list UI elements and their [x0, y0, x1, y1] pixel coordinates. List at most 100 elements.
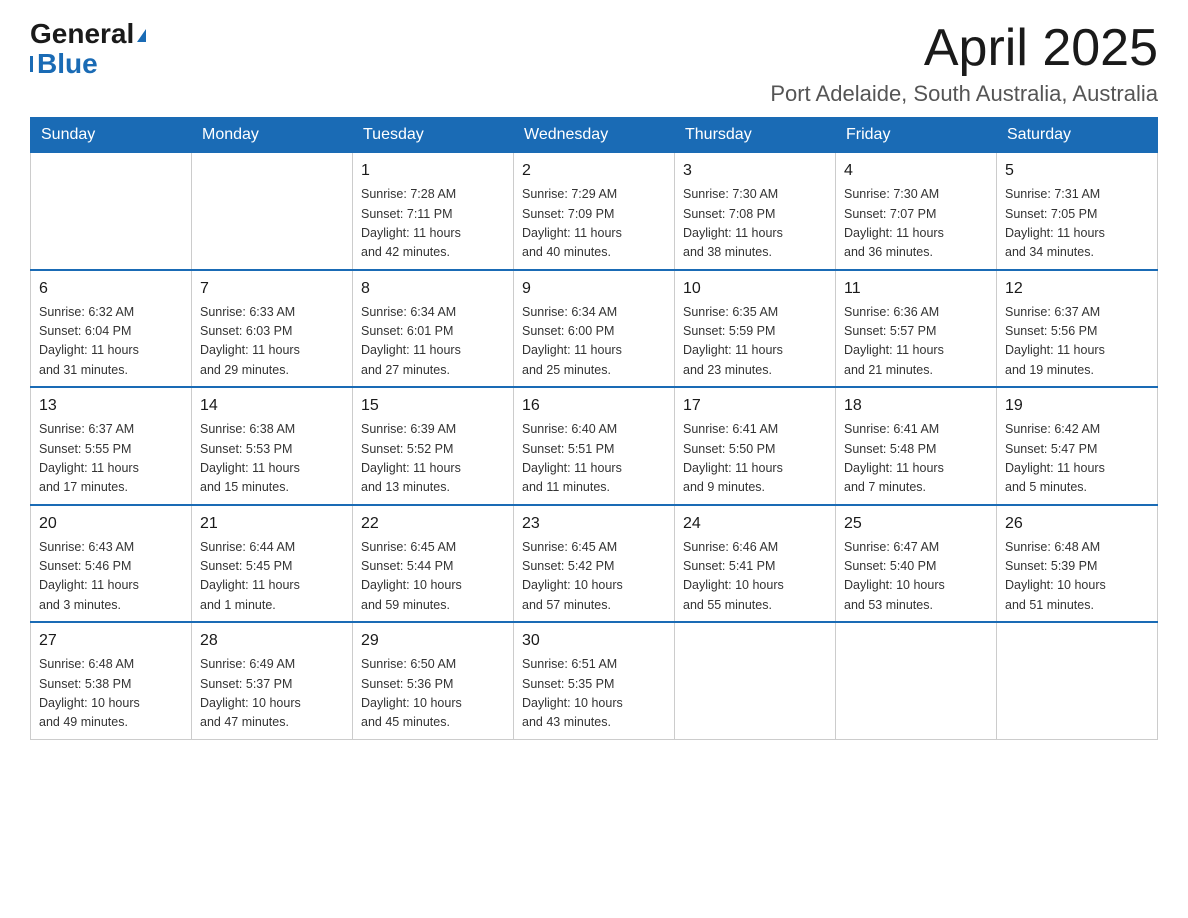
day-number: 3 [683, 159, 827, 183]
weekday-header-row: SundayMondayTuesdayWednesdayThursdayFrid… [31, 118, 1158, 153]
day-number: 26 [1005, 512, 1149, 536]
day-info: Sunrise: 6:39 AM Sunset: 5:52 PM Dayligh… [361, 420, 505, 498]
calendar-day-20: 20Sunrise: 6:43 AM Sunset: 5:46 PM Dayli… [31, 505, 192, 623]
calendar-day-28: 28Sunrise: 6:49 AM Sunset: 5:37 PM Dayli… [192, 622, 353, 739]
day-info: Sunrise: 6:44 AM Sunset: 5:45 PM Dayligh… [200, 538, 344, 616]
day-info: Sunrise: 6:48 AM Sunset: 5:38 PM Dayligh… [39, 655, 183, 733]
day-info: Sunrise: 6:32 AM Sunset: 6:04 PM Dayligh… [39, 303, 183, 381]
day-number: 25 [844, 512, 988, 536]
calendar-day-26: 26Sunrise: 6:48 AM Sunset: 5:39 PM Dayli… [997, 505, 1158, 623]
day-info: Sunrise: 6:48 AM Sunset: 5:39 PM Dayligh… [1005, 538, 1149, 616]
day-info: Sunrise: 6:33 AM Sunset: 6:03 PM Dayligh… [200, 303, 344, 381]
day-number: 24 [683, 512, 827, 536]
day-number: 18 [844, 394, 988, 418]
calendar-day-5: 5Sunrise: 7:31 AM Sunset: 7:05 PM Daylig… [997, 153, 1158, 270]
calendar-day-30: 30Sunrise: 6:51 AM Sunset: 5:35 PM Dayli… [514, 622, 675, 739]
day-info: Sunrise: 7:31 AM Sunset: 7:05 PM Dayligh… [1005, 185, 1149, 263]
calendar-day-8: 8Sunrise: 6:34 AM Sunset: 6:01 PM Daylig… [353, 270, 514, 388]
weekday-header-wednesday: Wednesday [514, 118, 675, 153]
day-info: Sunrise: 6:51 AM Sunset: 5:35 PM Dayligh… [522, 655, 666, 733]
day-info: Sunrise: 7:30 AM Sunset: 7:08 PM Dayligh… [683, 185, 827, 263]
day-info: Sunrise: 7:29 AM Sunset: 7:09 PM Dayligh… [522, 185, 666, 263]
day-info: Sunrise: 6:46 AM Sunset: 5:41 PM Dayligh… [683, 538, 827, 616]
logo: General Blue [30, 20, 146, 80]
day-number: 4 [844, 159, 988, 183]
day-info: Sunrise: 6:45 AM Sunset: 5:44 PM Dayligh… [361, 538, 505, 616]
day-info: Sunrise: 7:28 AM Sunset: 7:11 PM Dayligh… [361, 185, 505, 263]
calendar-day-14: 14Sunrise: 6:38 AM Sunset: 5:53 PM Dayli… [192, 387, 353, 505]
weekday-header-sunday: Sunday [31, 118, 192, 153]
day-number: 23 [522, 512, 666, 536]
calendar-day-11: 11Sunrise: 6:36 AM Sunset: 5:57 PM Dayli… [836, 270, 997, 388]
day-number: 5 [1005, 159, 1149, 183]
calendar-day-22: 22Sunrise: 6:45 AM Sunset: 5:44 PM Dayli… [353, 505, 514, 623]
calendar-day-19: 19Sunrise: 6:42 AM Sunset: 5:47 PM Dayli… [997, 387, 1158, 505]
day-number: 2 [522, 159, 666, 183]
calendar-day-13: 13Sunrise: 6:37 AM Sunset: 5:55 PM Dayli… [31, 387, 192, 505]
day-info: Sunrise: 6:38 AM Sunset: 5:53 PM Dayligh… [200, 420, 344, 498]
calendar-week-row: 1Sunrise: 7:28 AM Sunset: 7:11 PM Daylig… [31, 153, 1158, 270]
day-number: 8 [361, 277, 505, 301]
weekday-header-monday: Monday [192, 118, 353, 153]
calendar-day-4: 4Sunrise: 7:30 AM Sunset: 7:07 PM Daylig… [836, 153, 997, 270]
day-info: Sunrise: 6:34 AM Sunset: 6:01 PM Dayligh… [361, 303, 505, 381]
calendar-day-6: 6Sunrise: 6:32 AM Sunset: 6:04 PM Daylig… [31, 270, 192, 388]
day-info: Sunrise: 6:37 AM Sunset: 5:56 PM Dayligh… [1005, 303, 1149, 381]
calendar-day-24: 24Sunrise: 6:46 AM Sunset: 5:41 PM Dayli… [675, 505, 836, 623]
calendar-week-row: 27Sunrise: 6:48 AM Sunset: 5:38 PM Dayli… [31, 622, 1158, 739]
logo-blue: Blue [37, 48, 98, 80]
calendar-day-7: 7Sunrise: 6:33 AM Sunset: 6:03 PM Daylig… [192, 270, 353, 388]
day-number: 6 [39, 277, 183, 301]
day-info: Sunrise: 6:41 AM Sunset: 5:48 PM Dayligh… [844, 420, 988, 498]
day-number: 13 [39, 394, 183, 418]
calendar-day-10: 10Sunrise: 6:35 AM Sunset: 5:59 PM Dayli… [675, 270, 836, 388]
weekday-header-thursday: Thursday [675, 118, 836, 153]
logo-general: General [30, 20, 146, 48]
calendar-week-row: 20Sunrise: 6:43 AM Sunset: 5:46 PM Dayli… [31, 505, 1158, 623]
day-number: 1 [361, 159, 505, 183]
day-number: 15 [361, 394, 505, 418]
weekday-header-friday: Friday [836, 118, 997, 153]
day-info: Sunrise: 6:35 AM Sunset: 5:59 PM Dayligh… [683, 303, 827, 381]
calendar-empty-cell [31, 153, 192, 270]
day-number: 17 [683, 394, 827, 418]
calendar-day-29: 29Sunrise: 6:50 AM Sunset: 5:36 PM Dayli… [353, 622, 514, 739]
calendar-week-row: 6Sunrise: 6:32 AM Sunset: 6:04 PM Daylig… [31, 270, 1158, 388]
title-block: April 2025 Port Adelaide, South Australi… [770, 20, 1158, 107]
calendar-day-12: 12Sunrise: 6:37 AM Sunset: 5:56 PM Dayli… [997, 270, 1158, 388]
calendar-empty-cell [997, 622, 1158, 739]
day-number: 20 [39, 512, 183, 536]
location-title: Port Adelaide, South Australia, Australi… [770, 81, 1158, 107]
day-number: 12 [1005, 277, 1149, 301]
day-info: Sunrise: 6:49 AM Sunset: 5:37 PM Dayligh… [200, 655, 344, 733]
day-info: Sunrise: 6:41 AM Sunset: 5:50 PM Dayligh… [683, 420, 827, 498]
day-number: 28 [200, 629, 344, 653]
day-number: 16 [522, 394, 666, 418]
day-info: Sunrise: 6:37 AM Sunset: 5:55 PM Dayligh… [39, 420, 183, 498]
day-number: 21 [200, 512, 344, 536]
logo-triangle-icon [137, 29, 146, 42]
calendar-day-16: 16Sunrise: 6:40 AM Sunset: 5:51 PM Dayli… [514, 387, 675, 505]
weekday-header-saturday: Saturday [997, 118, 1158, 153]
day-number: 14 [200, 394, 344, 418]
day-number: 29 [361, 629, 505, 653]
day-number: 27 [39, 629, 183, 653]
day-info: Sunrise: 6:45 AM Sunset: 5:42 PM Dayligh… [522, 538, 666, 616]
calendar-empty-cell [675, 622, 836, 739]
calendar-day-18: 18Sunrise: 6:41 AM Sunset: 5:48 PM Dayli… [836, 387, 997, 505]
calendar-day-9: 9Sunrise: 6:34 AM Sunset: 6:00 PM Daylig… [514, 270, 675, 388]
day-info: Sunrise: 6:43 AM Sunset: 5:46 PM Dayligh… [39, 538, 183, 616]
calendar-day-25: 25Sunrise: 6:47 AM Sunset: 5:40 PM Dayli… [836, 505, 997, 623]
day-number: 19 [1005, 394, 1149, 418]
weekday-header-tuesday: Tuesday [353, 118, 514, 153]
calendar-day-17: 17Sunrise: 6:41 AM Sunset: 5:50 PM Dayli… [675, 387, 836, 505]
day-info: Sunrise: 6:34 AM Sunset: 6:00 PM Dayligh… [522, 303, 666, 381]
calendar-day-15: 15Sunrise: 6:39 AM Sunset: 5:52 PM Dayli… [353, 387, 514, 505]
calendar-day-1: 1Sunrise: 7:28 AM Sunset: 7:11 PM Daylig… [353, 153, 514, 270]
calendar-week-row: 13Sunrise: 6:37 AM Sunset: 5:55 PM Dayli… [31, 387, 1158, 505]
day-info: Sunrise: 6:40 AM Sunset: 5:51 PM Dayligh… [522, 420, 666, 498]
day-info: Sunrise: 6:42 AM Sunset: 5:47 PM Dayligh… [1005, 420, 1149, 498]
calendar-empty-cell [192, 153, 353, 270]
day-info: Sunrise: 6:36 AM Sunset: 5:57 PM Dayligh… [844, 303, 988, 381]
calendar-day-27: 27Sunrise: 6:48 AM Sunset: 5:38 PM Dayli… [31, 622, 192, 739]
